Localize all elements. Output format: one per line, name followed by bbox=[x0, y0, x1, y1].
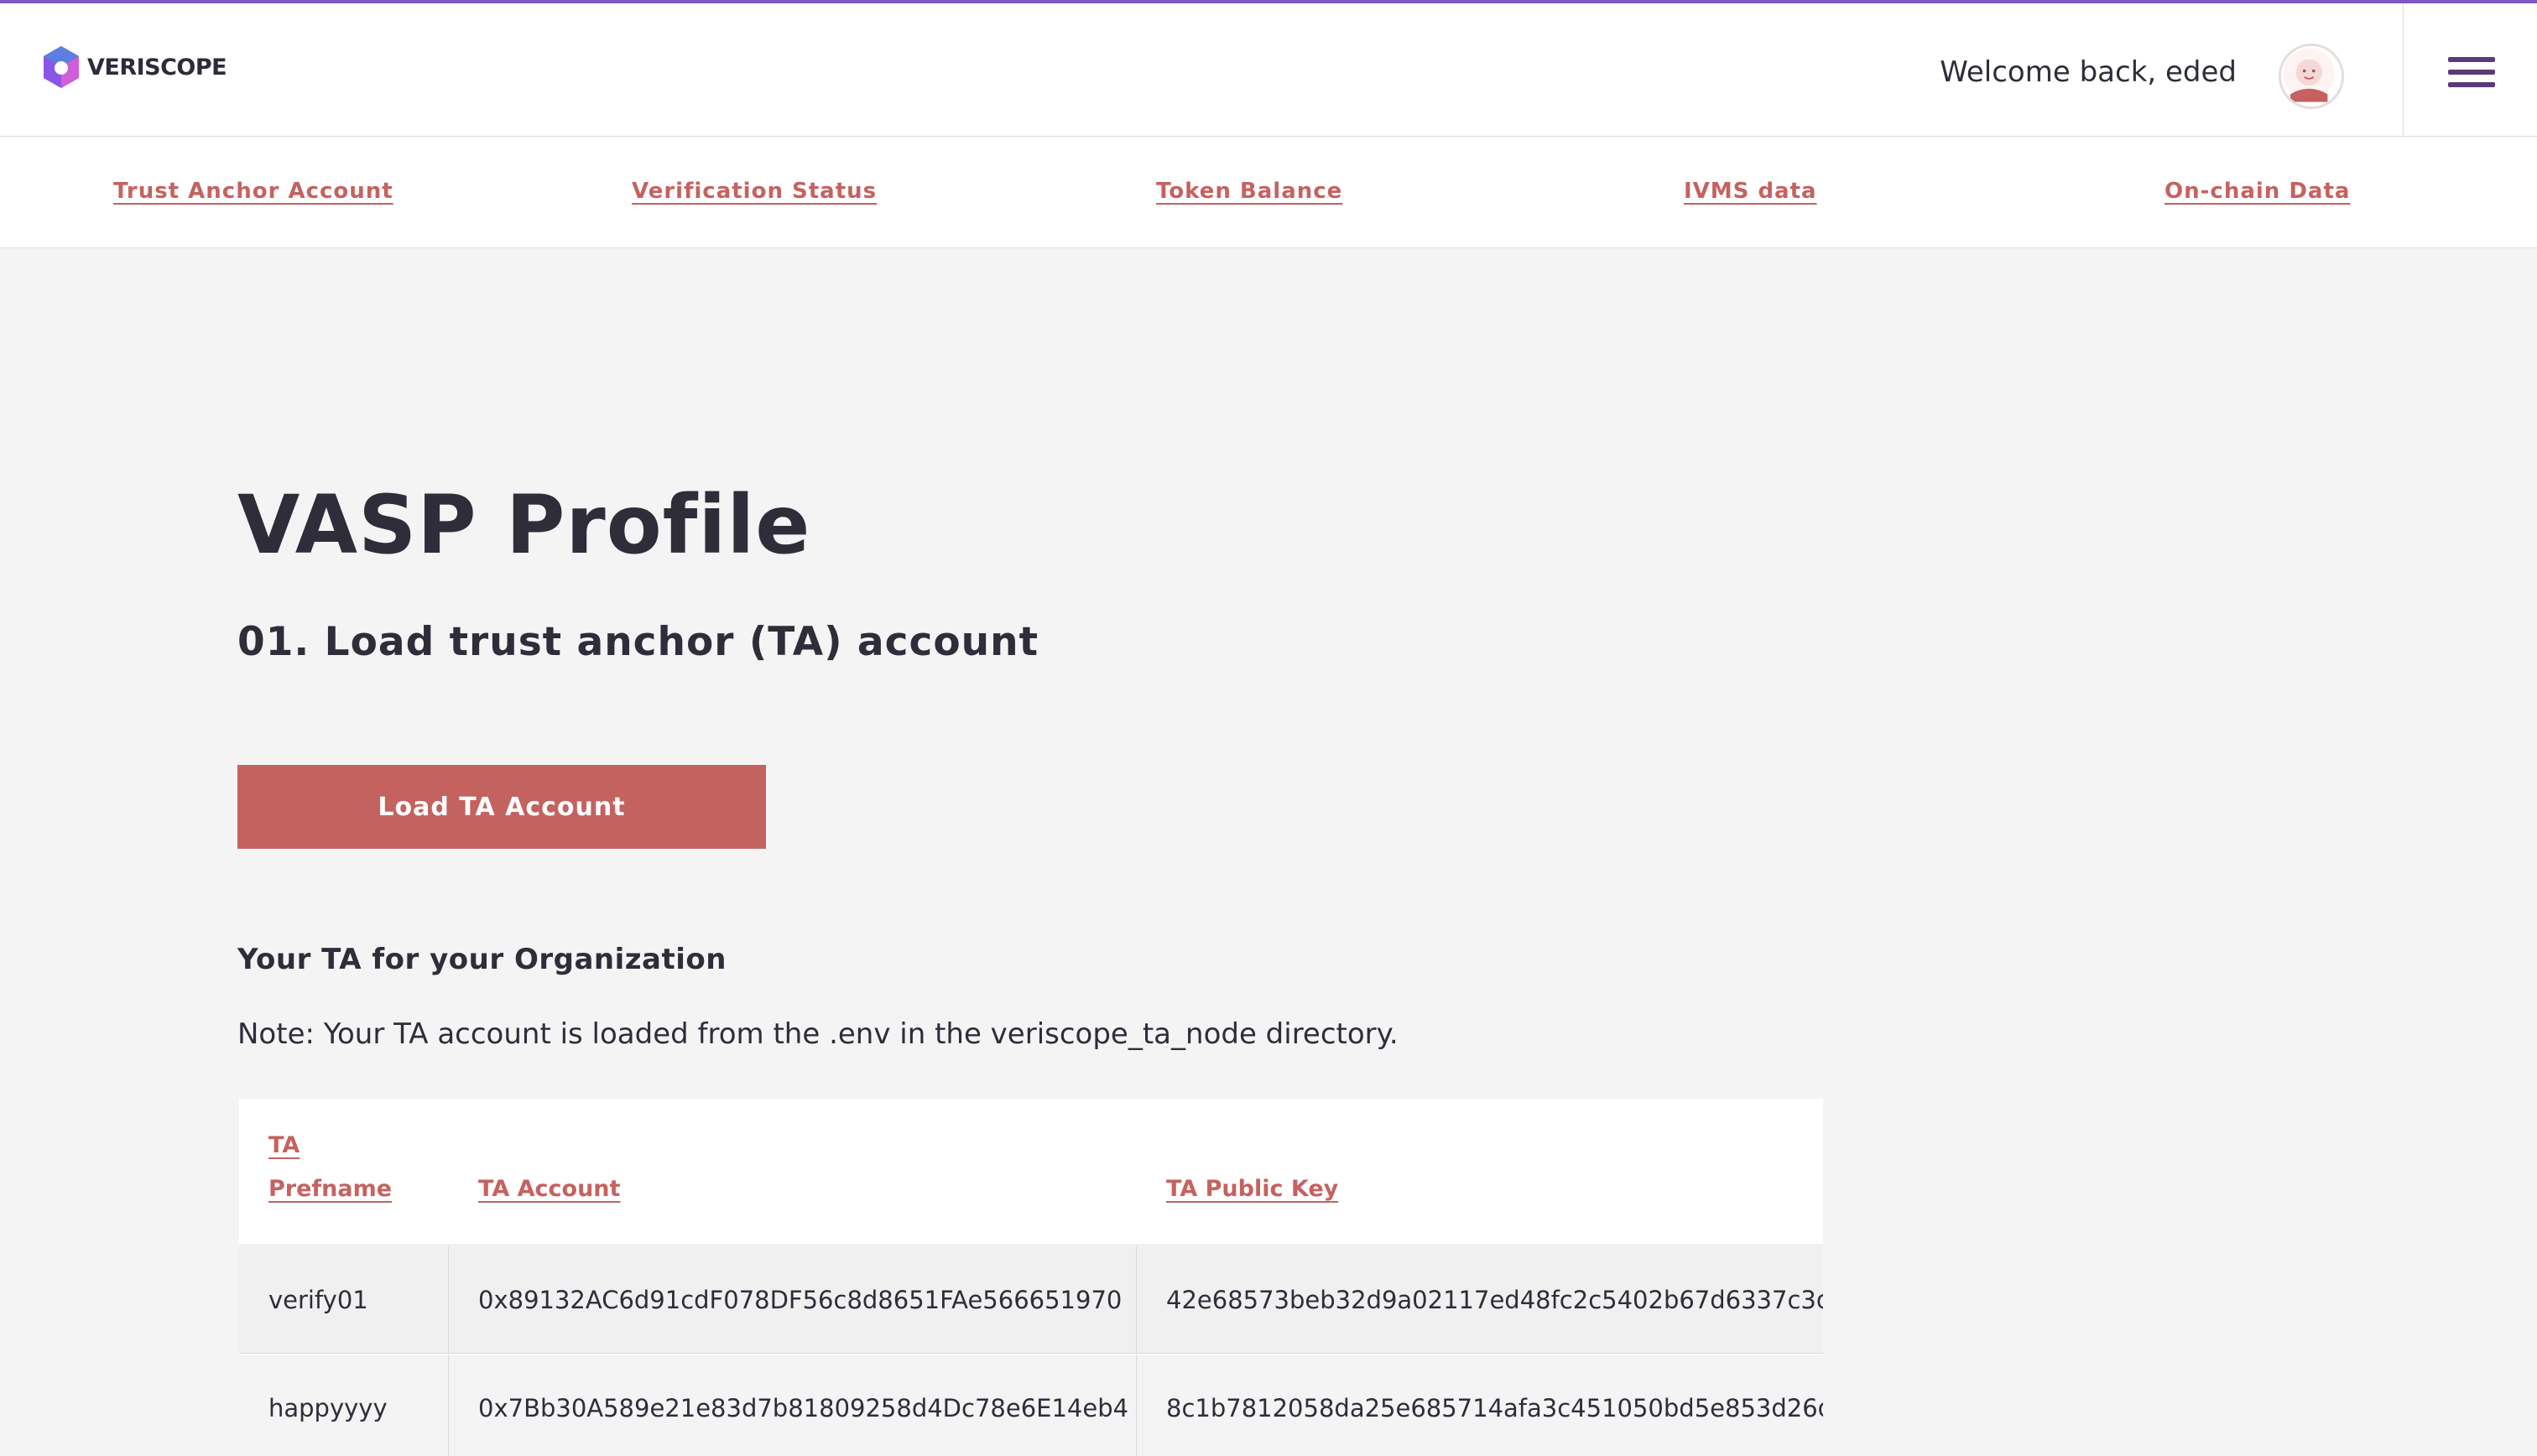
cell-prefname: happyyyy bbox=[239, 1355, 449, 1456]
column-header-prefname-line2: Prefname bbox=[268, 1176, 393, 1202]
nav-token-balance[interactable]: Token Balance bbox=[1156, 179, 1342, 204]
cell-ta-public-key: 42e68573beb32d9a02117ed48fc2c5402b67d633… bbox=[1166, 1286, 1823, 1314]
column-header-ta-account[interactable]: TA Account bbox=[478, 1167, 620, 1211]
section-nav: Trust Anchor Account Verification Status… bbox=[0, 137, 2537, 248]
nav-verification-status[interactable]: Verification Status bbox=[632, 179, 877, 204]
logo-text: VERISCOPE bbox=[87, 54, 227, 81]
load-ta-account-button[interactable]: Load TA Account bbox=[237, 765, 766, 849]
header-divider bbox=[2403, 3, 2404, 138]
org-ta-heading: Your TA for your Organization bbox=[237, 943, 727, 976]
cell-prefname: verify01 bbox=[239, 1246, 449, 1354]
cell-ta-account: 0x7Bb30A589e21e83d7b81809258d4Dc78e6E14e… bbox=[449, 1355, 1137, 1456]
veriscope-logo-icon bbox=[44, 46, 79, 88]
nav-ivms-data[interactable]: IVMS data bbox=[1684, 179, 1817, 204]
veriscope-logo[interactable]: VERISCOPE bbox=[40, 42, 227, 92]
ta-table: TA Prefname TA Account TA Public Key ver… bbox=[239, 1099, 1823, 1456]
table-header: TA Prefname TA Account TA Public Key bbox=[239, 1099, 1823, 1245]
avatar[interactable] bbox=[2279, 44, 2344, 109]
nav-on-chain-data[interactable]: On-chain Data bbox=[2165, 179, 2350, 204]
avatar-icon bbox=[2283, 48, 2335, 102]
hamburger-menu-icon[interactable] bbox=[2448, 57, 2495, 92]
nav-trust-anchor-account[interactable]: Trust Anchor Account bbox=[113, 179, 393, 204]
welcome-message: Welcome back, eded bbox=[1940, 55, 2237, 89]
cell-ta-account: 0x89132AC6d91cdF078DF56c8d8651FAe5666519… bbox=[449, 1246, 1137, 1354]
page-title: VASP Profile bbox=[237, 478, 811, 572]
table-row[interactable]: verify01 0x89132AC6d91cdF078DF56c8d8651F… bbox=[239, 1246, 1823, 1354]
table-row[interactable]: happyyyy 0x7Bb30A589e21e83d7b81809258d4D… bbox=[239, 1355, 1823, 1456]
env-note: Note: Your TA account is loaded from the… bbox=[237, 1017, 1399, 1051]
column-header-prefname[interactable]: TA Prefname bbox=[268, 1124, 392, 1211]
section-title: 01. Load trust anchor (TA) account bbox=[237, 619, 1039, 665]
column-header-prefname-line1: TA bbox=[268, 1132, 300, 1158]
column-header-ta-public-key[interactable]: TA Public Key bbox=[1166, 1167, 1338, 1211]
cell-ta-public-key: 8c1b7812058da25e685714afa3c451050bd5e853… bbox=[1166, 1394, 1823, 1422]
top-header: VERISCOPE Welcome back, eded bbox=[0, 0, 2537, 138]
